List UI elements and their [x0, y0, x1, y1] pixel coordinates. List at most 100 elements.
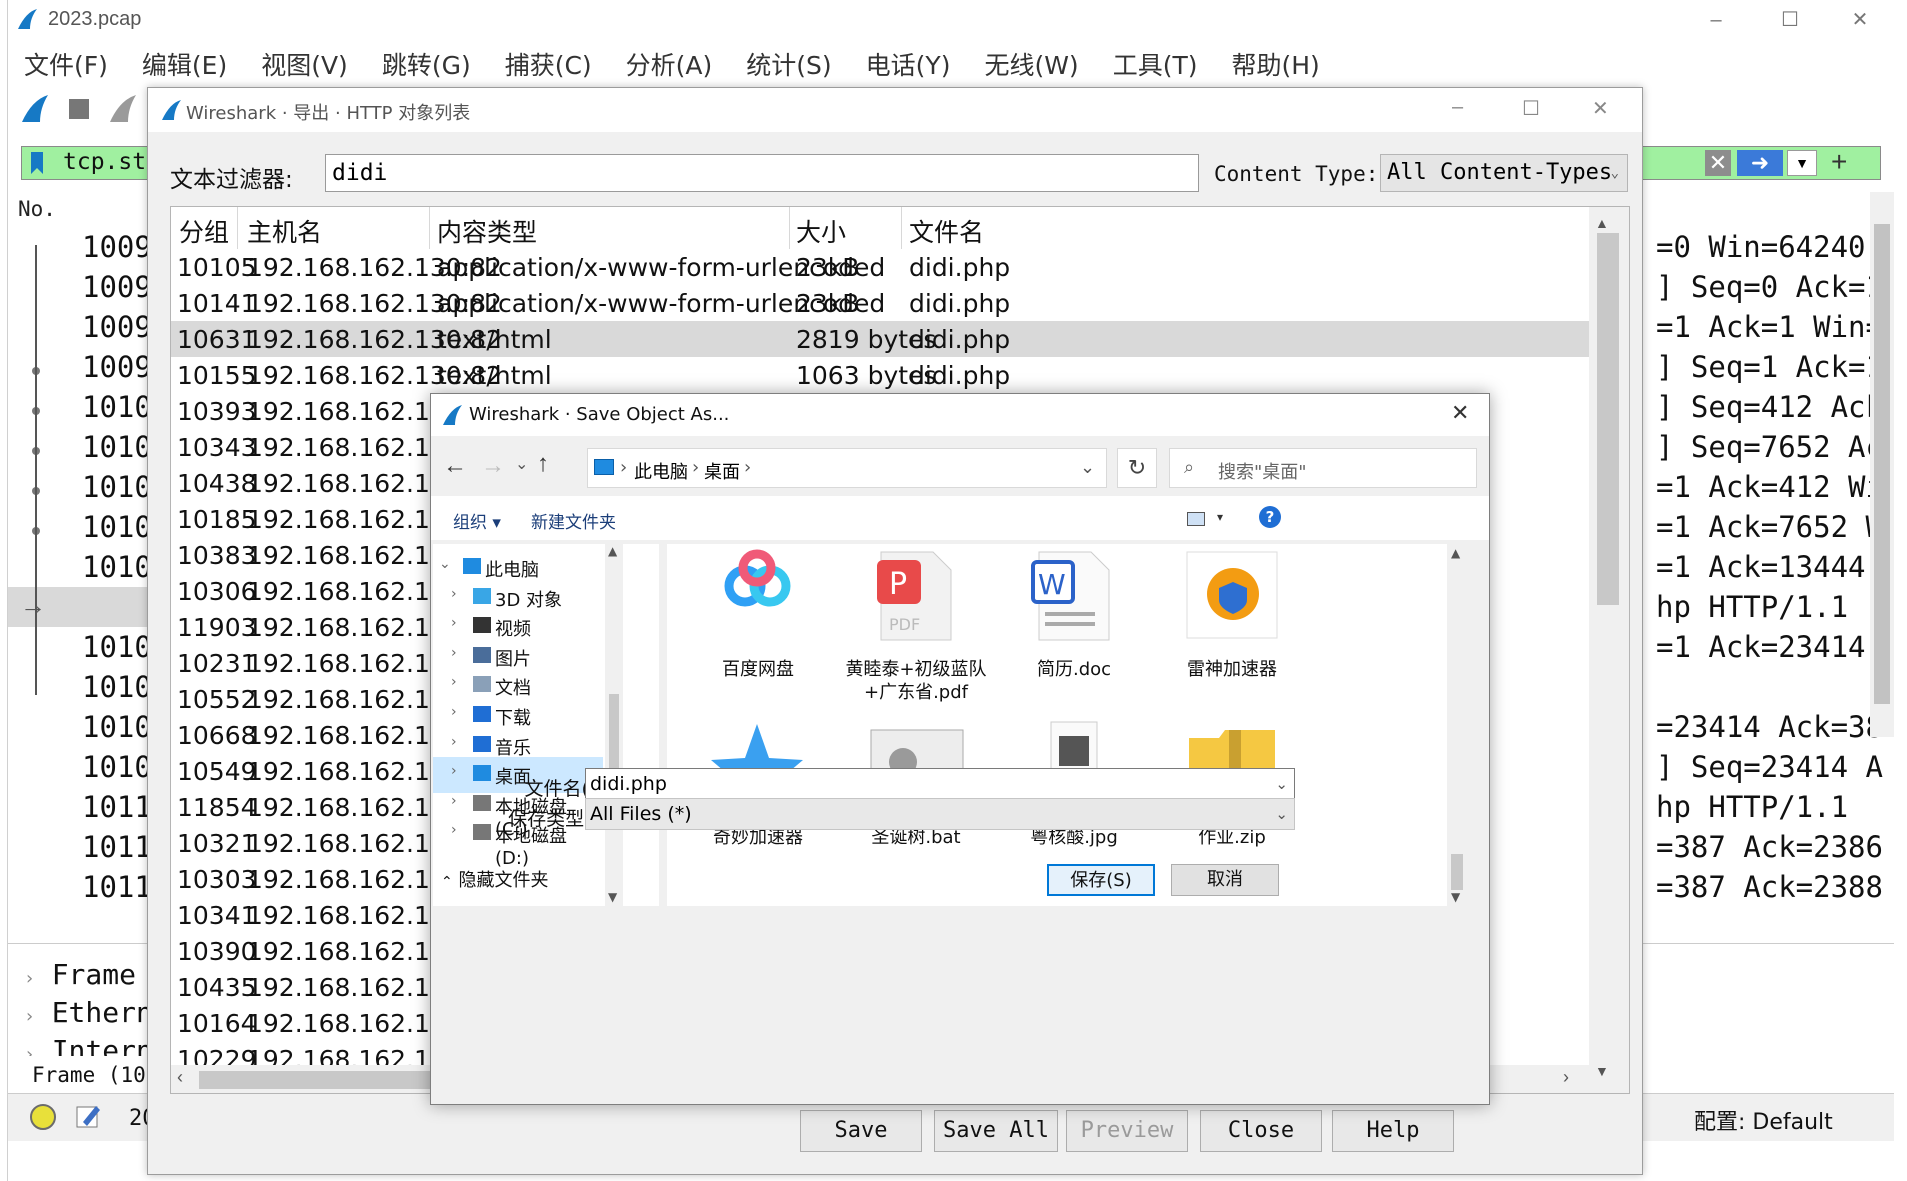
filter-dropdown-icon[interactable]: ▼ [1787, 150, 1817, 176]
apply-filter-arrow-icon[interactable]: ➜ [1737, 150, 1783, 176]
packet-info[interactable]: hp HTTP/1.1 [1656, 590, 1848, 624]
expand-chevron-icon[interactable]: › [451, 763, 457, 779]
search-box[interactable]: ⌕ 搜索"桌面" [1169, 448, 1477, 488]
menu-wireless[interactable]: 无线(W) [982, 46, 1080, 82]
http-maximize-button[interactable]: ☐ [1522, 96, 1540, 121]
packet-info[interactable]: ] Seq=23414 A [1656, 750, 1883, 784]
expand-chevron-icon[interactable]: › [451, 793, 457, 809]
address-bar[interactable]: › 此电脑 › 桌面 › ⌄ [587, 448, 1107, 488]
breadcrumb-pc[interactable]: 此电脑 [634, 458, 688, 484]
expand-chevron-icon[interactable]: ⌄ [439, 556, 451, 572]
save-as-save-button[interactable]: 保存(S) [1047, 864, 1155, 896]
filetype-select[interactable]: All Files (*) ⌄ [585, 798, 1295, 830]
expand-chevron-icon[interactable]: › [451, 822, 457, 838]
packet-info[interactable]: =1 Ack=1 Win= [1656, 310, 1883, 344]
expert-info-icon[interactable] [30, 1104, 56, 1130]
table-row[interactable]: 10141 192.168.162.130:82 application/x-www… [171, 285, 1589, 321]
packet-info[interactable]: ] Seq=0 Ack=1 [1656, 270, 1883, 304]
new-folder-button[interactable]: 新建文件夹 [531, 508, 616, 533]
menu-help[interactable]: 帮助(H) [1229, 46, 1321, 82]
start-capture-icon[interactable] [18, 92, 52, 126]
packet-info[interactable]: ] Seq=1 Ack=1 [1656, 350, 1883, 384]
http-minimize-button[interactable]: – [1452, 96, 1463, 119]
filename-input[interactable]: didi.php ⌄ [585, 768, 1295, 800]
preview-button[interactable]: Preview [1066, 1110, 1188, 1152]
col-packet[interactable]: 分组 [179, 213, 229, 249]
packet-info[interactable]: =1 Ack=23414 [1656, 630, 1883, 664]
packet-info[interactable]: ] Seq=412 Ack [1656, 390, 1883, 424]
save-button[interactable]: Save [800, 1110, 922, 1152]
menu-statistics[interactable]: 统计(S) [744, 46, 833, 82]
up-arrow-icon[interactable]: ↑ [537, 450, 549, 478]
close-button[interactable]: Close [1200, 1110, 1322, 1152]
view-dropdown-icon[interactable]: ▾ [1217, 510, 1223, 524]
tree-scrollbar[interactable]: ▲ ▼ [605, 544, 623, 906]
expand-chevron-icon[interactable]: › [451, 704, 457, 720]
bookmark-icon[interactable] [29, 151, 45, 175]
restart-capture-icon[interactable] [106, 92, 140, 126]
text-filter-input[interactable]: didi [325, 154, 1199, 192]
back-arrow-icon[interactable]: ← [443, 452, 467, 480]
file-item[interactable]: P PDF 黄睦泰+初级蓝队+广东省.pdf [831, 544, 1001, 704]
add-filter-icon[interactable]: + [1831, 146, 1847, 178]
menu-capture[interactable]: 捕获(C) [503, 46, 594, 82]
edit-comment-icon[interactable] [74, 1102, 102, 1130]
http-close-button[interactable]: ✕ [1592, 96, 1609, 121]
menu-edit[interactable]: 编辑(E) [140, 46, 229, 82]
col-filename[interactable]: 文件名 [909, 213, 984, 249]
detail-frame[interactable]: Frame [52, 958, 136, 991]
table-row[interactable]: 10631 192.168.162.130:82 text/html 2819 byt… [171, 321, 1589, 357]
packet-info[interactable]: =1 Ack=13444 [1656, 550, 1883, 584]
save-all-button[interactable]: Save All [934, 1110, 1058, 1152]
col-content-type[interactable]: 内容类型 [437, 213, 537, 249]
breadcrumb-desktop[interactable]: 桌面 [704, 458, 740, 484]
menu-view[interactable]: 视图(V) [259, 46, 350, 82]
save-as-cancel-button[interactable]: 取消 [1171, 864, 1279, 896]
menu-go[interactable]: 跳转(G) [380, 46, 473, 82]
detail-internet[interactable]: Intern [52, 1034, 153, 1056]
organize-button[interactable]: 组织 ▾ [453, 508, 501, 533]
packet-info[interactable]: =0 Win=64240 [1656, 230, 1866, 264]
col-hostname[interactable]: 主机名 [247, 213, 322, 249]
table-row[interactable]: 10155 192.168.162.130:82 text/html 1063 byt… [171, 357, 1589, 393]
expand-chevron-icon[interactable]: › [451, 645, 457, 661]
content-type-select[interactable]: All Content-Types ⌄ [1380, 154, 1628, 192]
packet-info[interactable]: =1 Ack=7652 W [1656, 510, 1883, 544]
file-item[interactable]: W 简历.doc [989, 544, 1159, 704]
hide-folders-toggle[interactable]: ⌃ 隐藏文件夹 [441, 866, 548, 892]
expand-chevron-icon[interactable]: › [451, 734, 457, 750]
filetype-dropdown-icon[interactable]: ⌄ [1275, 799, 1288, 829]
close-button[interactable]: ✕ [1840, 4, 1880, 36]
file-item[interactable]: 雷神加速器 [1147, 544, 1317, 704]
menu-telephony[interactable]: 电话(Y) [864, 46, 953, 82]
expand-chevron-icon[interactable]: › [451, 674, 457, 690]
table-row[interactable]: 10105 192.168.162.130:82 application/x-www… [171, 249, 1589, 285]
packet-info[interactable]: =1 Ack=412 Wi [1656, 470, 1883, 504]
file-item[interactable]: 百度网盘 [673, 544, 843, 704]
refresh-icon[interactable]: ↻ [1117, 448, 1157, 488]
minimize-button[interactable]: – [1696, 4, 1736, 36]
packet-info[interactable]: =23414 Ack=38 [1656, 710, 1883, 744]
save-close-icon[interactable]: ✕ [1451, 400, 1469, 426]
maximize-button[interactable]: ☐ [1770, 4, 1810, 36]
packet-info[interactable]: =387 Ack=2386 [1656, 830, 1883, 864]
detail-ethernet[interactable]: Ethern [52, 996, 153, 1029]
help-icon[interactable]: ? [1259, 506, 1281, 528]
files-scrollbar[interactable]: ▲ ▼ [1447, 544, 1467, 906]
stop-capture-icon[interactable] [62, 92, 96, 126]
packet-info[interactable]: =387 Ack=2388 [1656, 870, 1883, 904]
col-size[interactable]: 大小 [796, 213, 846, 249]
forward-arrow-icon[interactable]: → [481, 452, 505, 480]
table-vscrollbar[interactable]: ▲ ▼ [1589, 207, 1629, 1093]
expand-chevron-icon[interactable]: › [451, 586, 457, 602]
help-button[interactable]: Help [1332, 1110, 1454, 1152]
view-options-icon[interactable] [1187, 512, 1205, 526]
filename-dropdown-icon[interactable]: ⌄ [1275, 769, 1288, 799]
packet-info[interactable]: hp HTTP/1.1 [1656, 790, 1848, 824]
packet-info[interactable]: ] Seq=7652 Ac [1656, 430, 1883, 464]
recent-locations-icon[interactable]: ⌄ [515, 454, 528, 474]
expand-chevron-icon[interactable]: › [451, 615, 457, 631]
menu-file[interactable]: 文件(F) [22, 46, 110, 82]
clear-filter-icon[interactable]: ✕ [1705, 150, 1731, 176]
menu-tools[interactable]: 工具(T) [1111, 46, 1200, 82]
